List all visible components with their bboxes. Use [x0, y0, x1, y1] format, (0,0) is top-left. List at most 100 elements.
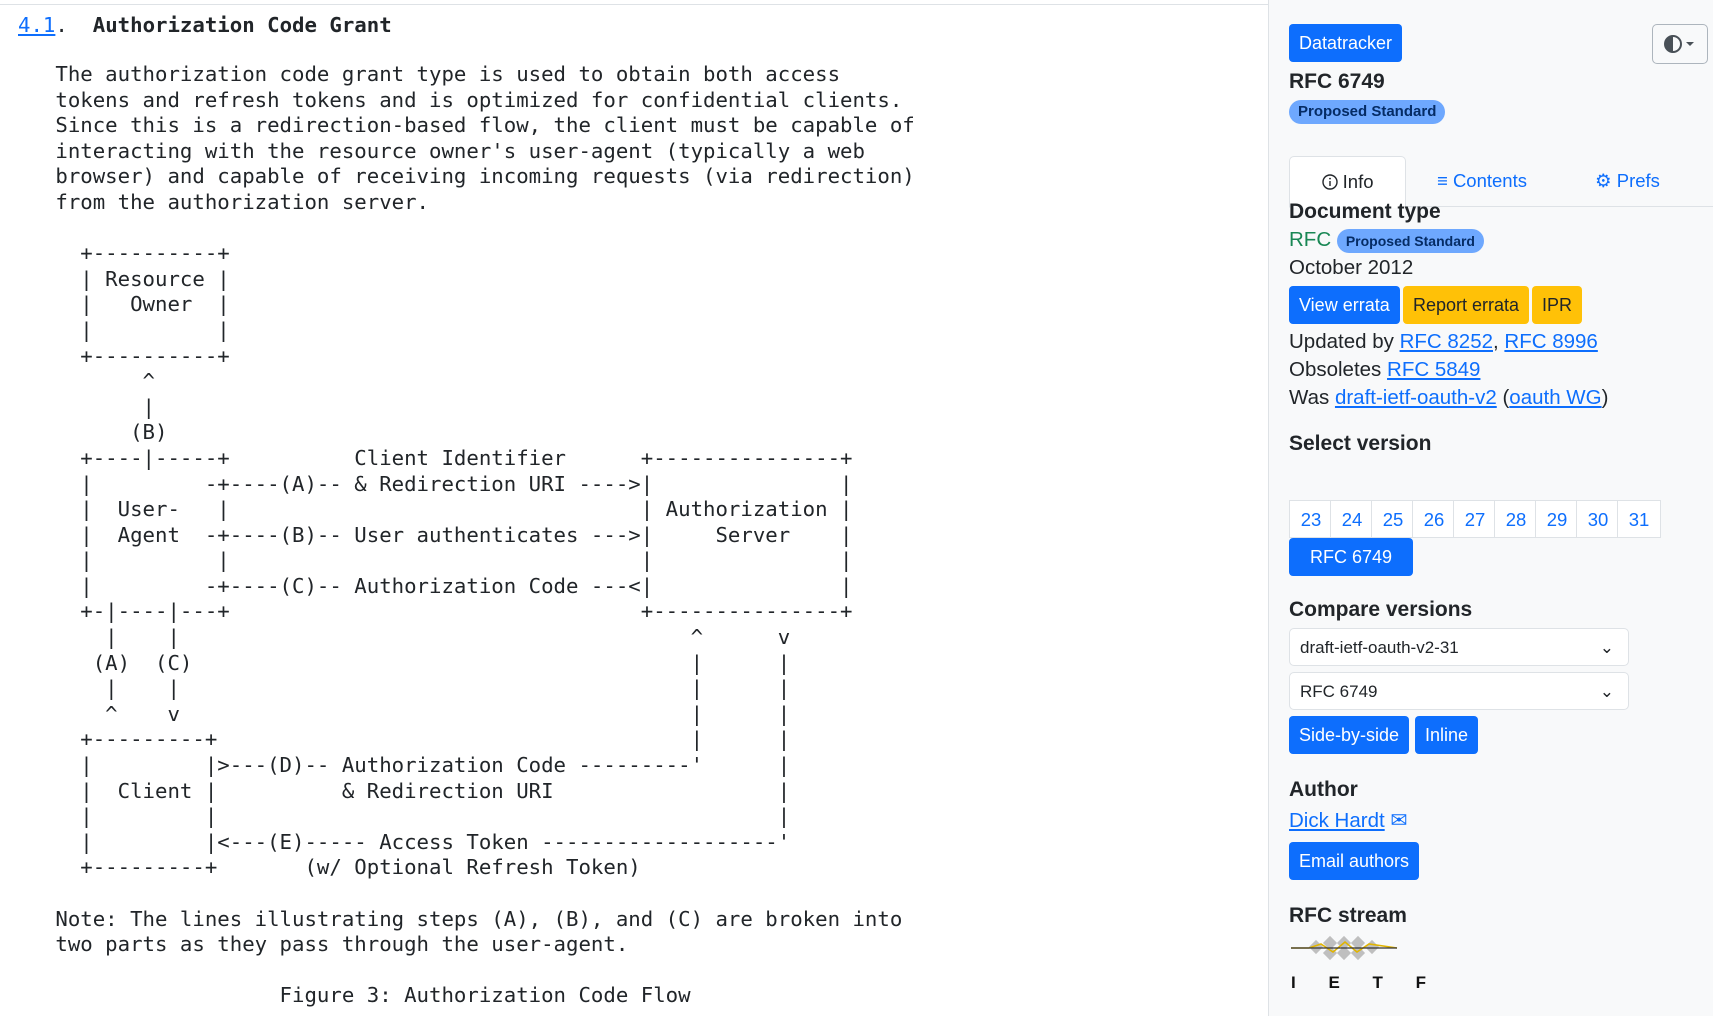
version-button[interactable]: 27	[1453, 500, 1497, 538]
publication-date: October 2012	[1289, 256, 1414, 279]
caret-down-icon	[1686, 42, 1694, 46]
document-line: +---------+ | |	[18, 727, 791, 752]
envelope-icon[interactable]: ✉	[1390, 809, 1407, 832]
chevron-down-icon: ⌄	[1599, 682, 1614, 701]
document-line: +---------+ (w/ Optional Refresh Token)	[18, 855, 641, 880]
document-line: +----|-----+ Client Identifier +--------…	[18, 445, 853, 470]
half-circle-theme-icon	[1664, 35, 1694, 53]
working-group-link[interactable]: oauth WG	[1509, 386, 1601, 409]
compare-versions-heading: Compare versions	[1289, 598, 1473, 621]
list-icon: ≡	[1437, 170, 1448, 191]
document-line: | | | |	[18, 548, 853, 573]
chevron-down-icon: ⌄	[1599, 638, 1614, 657]
tab-prefs-label: Prefs	[1616, 170, 1660, 191]
email-authors-button[interactable]: Email authors	[1289, 842, 1420, 880]
compare-to-value: RFC 6749	[1300, 682, 1378, 701]
version-button[interactable]: 23	[1289, 500, 1333, 538]
version-button[interactable]: 29	[1535, 500, 1579, 538]
document-line: | | ^ v	[18, 625, 791, 650]
ipr-button[interactable]: IPR	[1532, 286, 1583, 324]
version-button[interactable]: 24	[1330, 500, 1374, 538]
status-badge: Proposed Standard	[1289, 100, 1446, 124]
document-line: ^ v | |	[18, 701, 791, 726]
document-type-row: RFC Proposed Standard	[1289, 228, 1484, 253]
rfc-title: RFC 6749	[1289, 70, 1385, 93]
updated-by-row: Updated by RFC 8252, RFC 8996	[1289, 330, 1598, 353]
rfc-document: 4.1. Authorization Code Grant The author…	[0, 0, 1268, 1016]
document-line: | | |	[18, 804, 791, 829]
section-number-link[interactable]: 4.1	[18, 13, 55, 37]
document-line: | Agent -+----(B)-- User authenticates -…	[18, 522, 853, 547]
document-line: | |<---(E)----- Access Token -----------…	[18, 829, 791, 854]
obsoletes-label: Obsoletes	[1289, 358, 1382, 381]
inline-button[interactable]: Inline	[1415, 716, 1479, 754]
tab-prefs[interactable]: ⚙ Prefs	[1595, 156, 1660, 206]
compare-to-select[interactable]: RFC 6749 ⌄	[1289, 672, 1629, 710]
document-line: +----------+	[18, 241, 230, 266]
document-line: | User- | | Authorization |	[18, 497, 853, 522]
document-line: (B)	[18, 420, 168, 445]
document-line: The authorization code grant type is use…	[18, 62, 841, 86]
document-line: | -+----(C)-- Authorization Code ---<| |	[18, 573, 853, 598]
document-line: Figure 3: Authorization Code Flow	[18, 983, 691, 1008]
version-button[interactable]: 26	[1412, 500, 1456, 538]
report-errata-button[interactable]: Report errata	[1403, 286, 1530, 324]
document-line: ^	[18, 369, 156, 394]
obsoletes-link[interactable]: RFC 5849	[1387, 358, 1480, 381]
section-title: Authorization Code Grant	[92, 13, 392, 37]
updated-by-link[interactable]: RFC 8252	[1400, 330, 1493, 353]
document-line: | Resource |	[18, 266, 230, 291]
document-line: | Client | & Redirection URI |	[18, 778, 791, 803]
document-type-heading: Document type	[1289, 200, 1441, 223]
version-button[interactable]: 31	[1617, 500, 1661, 538]
tab-contents[interactable]: ≡ Contents	[1437, 156, 1527, 206]
doc-type: RFC	[1289, 228, 1332, 251]
version-button[interactable]: 25	[1371, 500, 1415, 538]
document-line: Since this is a redirection-based flow, …	[18, 113, 915, 138]
was-row: Was draft-ietf-oauth-v2 (oauth WG)	[1289, 386, 1609, 409]
author-link[interactable]: Dick Hardt	[1289, 809, 1385, 832]
ietf-logo: I E T F	[1289, 934, 1440, 993]
document-line: tokens and refresh tokens and is optimiz…	[18, 87, 903, 112]
info-circle-icon	[1321, 174, 1338, 190]
view-errata-button[interactable]: View errata	[1289, 286, 1400, 324]
document-line: | | | |	[18, 676, 791, 701]
ietf-logo-graphic	[1291, 935, 1398, 961]
updated-by-link[interactable]: RFC 8996	[1504, 330, 1597, 353]
gear-icon: ⚙	[1595, 170, 1612, 191]
document-line: Note: The lines illustrating steps (A), …	[18, 906, 903, 931]
document-line: | Owner |	[18, 292, 230, 317]
tab-info-label: Info	[1342, 171, 1374, 192]
obsoletes-row: Obsoletes RFC 5849	[1289, 358, 1480, 382]
section-body: The authorization code grant type is use…	[18, 62, 915, 1009]
document-line: two parts as they pass through the user-…	[18, 932, 629, 957]
compare-from-value: draft-ietf-oauth-v2-31	[1300, 638, 1459, 657]
document-sidebar: Datatracker RFC 6749 Proposed Standard I…	[1269, 0, 1713, 1016]
datatracker-button[interactable]: Datatracker	[1289, 24, 1403, 62]
theme-toggle-button[interactable]	[1652, 24, 1708, 64]
document-line: | |	[18, 317, 230, 342]
version-button[interactable]: 30	[1576, 500, 1620, 538]
status-badge-wrap: Proposed Standard	[1289, 100, 1446, 124]
document-line: from the authorization server.	[18, 189, 430, 214]
document-line: interacting with the resource owner's us…	[18, 138, 865, 163]
document-line: (A) (C) | |	[18, 650, 791, 675]
version-button[interactable]: 28	[1494, 500, 1538, 538]
tab-contents-label: Contents	[1452, 170, 1527, 191]
document-line: | -+----(A)-- & Redirection URI ---->| |	[18, 471, 853, 496]
updated-by-label: Updated by	[1289, 330, 1394, 353]
section-heading: 4.1. Authorization Code Grant	[18, 13, 392, 37]
document-line: | |>---(D)-- Authorization Code --------…	[18, 753, 791, 778]
ietf-logo-text: I E T F	[1291, 973, 1440, 992]
doc-type-badge: Proposed Standard	[1336, 229, 1484, 253]
author-heading: Author	[1289, 778, 1358, 801]
select-version-heading: Select version	[1289, 432, 1432, 455]
rfc-stream-heading: RFC stream	[1289, 904, 1407, 927]
draft-link[interactable]: draft-ietf-oauth-v2	[1335, 386, 1497, 409]
side-by-side-button[interactable]: Side-by-side	[1289, 716, 1410, 754]
current-version-button[interactable]: RFC 6749	[1289, 538, 1413, 576]
document-line: browser) and capable of receiving incomi…	[18, 164, 915, 189]
compare-from-select[interactable]: draft-ietf-oauth-v2-31 ⌄	[1289, 628, 1629, 666]
document-line: |	[18, 394, 156, 419]
document-line: +-|----|---+ +---------------+	[18, 599, 853, 624]
